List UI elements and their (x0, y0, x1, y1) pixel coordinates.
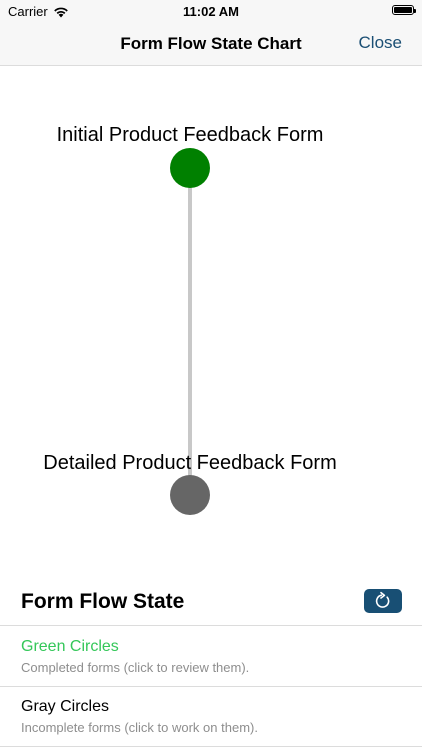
refresh-button[interactable] (364, 589, 402, 613)
legend-item-title: Green Circles (21, 638, 119, 655)
flow-node-label: Detailed Product Feedback Form (43, 452, 337, 474)
legend-item-description: Incomplete forms (click to work on them)… (21, 720, 258, 735)
status-time: 11:02 AM (183, 4, 239, 19)
legend-item-gray-circles[interactable]: Gray Circles Incomplete forms (click to … (0, 687, 422, 747)
refresh-icon (375, 591, 390, 608)
form-flow-state-title: Form Flow State (21, 590, 185, 613)
flow-node-label: Initial Product Feedback Form (56, 124, 324, 146)
flow-node-detailed-product-feedback-form[interactable] (170, 475, 210, 515)
status-bar: Carrier 11:02 AM (0, 0, 422, 22)
legend-item-title: Gray Circles (21, 698, 110, 715)
legend-item-description: Completed forms (click to review them). (21, 660, 250, 675)
flow-chart: Initial Product Feedback Form Detailed P… (0, 67, 422, 577)
flow-node-initial-product-feedback-form[interactable] (170, 148, 210, 188)
form-flow-state-header: Form Flow State (0, 578, 422, 626)
battery-icon (392, 5, 416, 15)
battery-fill (394, 7, 412, 13)
navigation-bar: Form Flow State Chart Close (0, 22, 422, 66)
legend-item-green-circles[interactable]: Green Circles Completed forms (click to … (0, 627, 422, 687)
close-button[interactable]: Close (359, 33, 402, 53)
